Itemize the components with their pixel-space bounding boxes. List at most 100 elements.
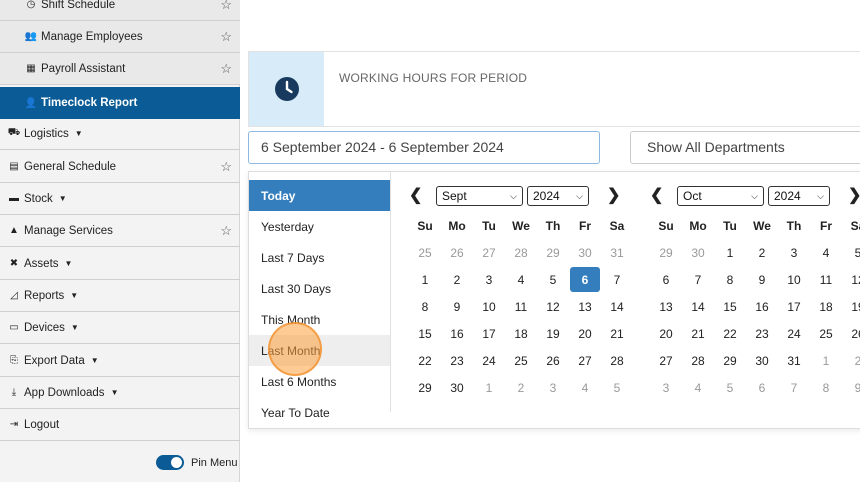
calendar-day[interactable]: 31 [601,239,633,266]
calendar-day[interactable]: 19 [537,320,569,347]
calendar-day[interactable]: 21 [601,320,633,347]
department-select[interactable]: Show All Departments [630,131,860,164]
calendar-day[interactable]: 12 [842,266,860,293]
range-year-to-date[interactable]: Year To Date [249,397,390,428]
calendar-day[interactable]: 2 [842,347,860,374]
sidebar-item-timeclock-report[interactable]: 👤 Timeclock Report [0,87,240,119]
month-select-left[interactable]: Sept ⌵ [436,186,523,206]
star-icon[interactable]: ☆ [220,29,232,45]
calendar-day[interactable]: 19 [842,293,860,320]
calendar-day[interactable]: 13 [650,293,682,320]
calendar-day[interactable]: 5 [537,266,569,293]
calendar-day[interactable]: 20 [569,320,601,347]
range-yesterday[interactable]: Yesterday [249,211,390,242]
prev-month-icon[interactable]: ❮ [409,185,422,205]
calendar-day[interactable]: 14 [601,293,633,320]
calendar-day[interactable]: 4 [682,374,714,401]
sidebar-item-payroll-assistant[interactable]: ▦ Payroll Assistant ☆ [0,53,240,85]
calendar-day[interactable]: 21 [682,320,714,347]
range-last-month[interactable]: Last Month [249,335,390,366]
star-icon[interactable]: ☆ [220,61,232,77]
range-last-6-months[interactable]: Last 6 Months [249,366,390,397]
calendar-day[interactable]: 27 [650,347,682,374]
sidebar-item-assets[interactable]: ✖ Assets ▼ [0,248,240,280]
prev-month-icon[interactable]: ❮ [650,185,663,205]
calendar-day[interactable]: 2 [441,266,473,293]
calendar-day[interactable]: 9 [746,266,778,293]
calendar-day[interactable]: 16 [441,320,473,347]
month-select-right[interactable]: Oct ⌵ [677,186,764,206]
range-today[interactable]: Today [249,180,390,211]
calendar-day[interactable]: 4 [569,374,601,401]
sidebar-item-logout[interactable]: ⇥ Logout [0,409,240,441]
calendar-day[interactable]: 27 [569,347,601,374]
sidebar-item-manage-employees[interactable]: 👥 Manage Employees ☆ [0,21,240,53]
calendar-day[interactable]: 6 [650,266,682,293]
calendar-day[interactable]: 29 [650,239,682,266]
star-icon[interactable]: ☆ [220,0,232,13]
calendar-day[interactable]: 25 [810,320,842,347]
calendar-day[interactable]: 25 [409,239,441,266]
calendar-day[interactable]: 4 [505,266,537,293]
sidebar-item-devices[interactable]: ▭ Devices ▼ [0,312,240,344]
range-last-30-days[interactable]: Last 30 Days [249,273,390,304]
calendar-day[interactable]: 11 [505,293,537,320]
calendar-day[interactable]: 1 [409,266,441,293]
calendar-day[interactable]: 8 [409,293,441,320]
calendar-day[interactable]: 30 [569,239,601,266]
toggle-switch-icon[interactable] [156,455,184,470]
year-select-right[interactable]: 2024 ⌵ [768,186,830,206]
next-month-icon[interactable]: ❯ [848,185,860,205]
calendar-day[interactable]: 18 [810,293,842,320]
calendar-day[interactable]: 15 [409,320,441,347]
calendar-day[interactable]: 4 [810,239,842,266]
calendar-day[interactable]: 8 [810,374,842,401]
star-icon[interactable]: ☆ [220,159,232,175]
calendar-day[interactable]: 16 [746,293,778,320]
calendar-day[interactable]: 23 [746,320,778,347]
calendar-day[interactable]: 29 [714,347,746,374]
calendar-day[interactable]: 30 [682,239,714,266]
calendar-day[interactable]: 31 [778,347,810,374]
calendar-day[interactable]: 3 [537,374,569,401]
calendar-day[interactable]: 25 [505,347,537,374]
calendar-day[interactable]: 3 [650,374,682,401]
calendar-day[interactable]: 24 [778,320,810,347]
calendar-day[interactable]: 9 [441,293,473,320]
calendar-day[interactable]: 17 [778,293,810,320]
calendar-day[interactable]: 26 [441,239,473,266]
calendar-day[interactable]: 11 [810,266,842,293]
calendar-day[interactable]: 2 [746,239,778,266]
calendar-day[interactable]: 9 [842,374,860,401]
calendar-day[interactable]: 17 [473,320,505,347]
calendar-day[interactable]: 10 [473,293,505,320]
calendar-day[interactable]: 23 [441,347,473,374]
calendar-day[interactable]: 28 [505,239,537,266]
calendar-day[interactable]: 28 [601,347,633,374]
range-this-month[interactable]: This Month [249,304,390,335]
calendar-day[interactable]: 27 [473,239,505,266]
sidebar-item-stock[interactable]: ▬ Stock ▼ [0,183,240,215]
calendar-day[interactable]: 3 [778,239,810,266]
calendar-day[interactable]: 5 [714,374,746,401]
calendar-day[interactable]: 18 [505,320,537,347]
calendar-day[interactable]: 30 [441,374,473,401]
calendar-day[interactable]: 2 [505,374,537,401]
calendar-day[interactable]: 1 [473,374,505,401]
next-month-icon[interactable]: ❯ [607,185,620,205]
calendar-day[interactable]: 5 [842,239,860,266]
date-range-input[interactable]: 6 September 2024 - 6 September 2024 [248,131,600,164]
sidebar-item-reports[interactable]: ◿ Reports ▼ [0,280,240,312]
calendar-day[interactable]: 1 [714,239,746,266]
calendar-day[interactable]: 8 [714,266,746,293]
calendar-day[interactable]: 14 [682,293,714,320]
calendar-day[interactable]: 29 [409,374,441,401]
calendar-day[interactable]: 7 [601,266,633,293]
year-select-left[interactable]: 2024 ⌵ [527,186,589,206]
calendar-day[interactable]: 26 [537,347,569,374]
calendar-day[interactable]: 1 [810,347,842,374]
calendar-day[interactable]: 28 [682,347,714,374]
sidebar-item-app-downloads[interactable]: ⤓ App Downloads ▼ [0,377,240,409]
sidebar-item-export-data[interactable]: ⎘ Export Data ▼ [0,345,240,377]
calendar-day[interactable]: 20 [650,320,682,347]
